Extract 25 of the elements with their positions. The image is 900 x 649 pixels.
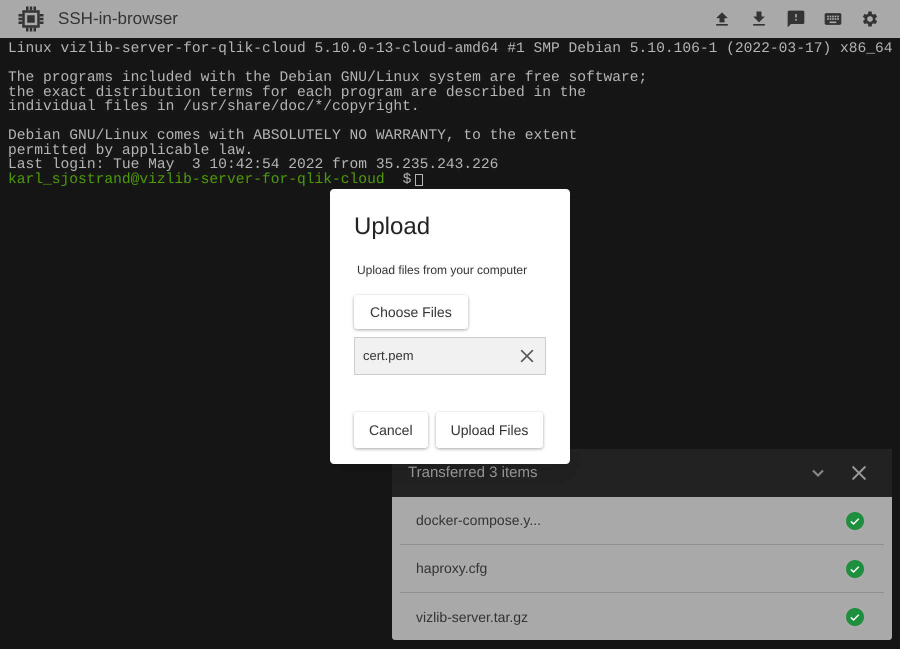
prompt-symbol: $ xyxy=(402,172,412,187)
terminal-prompt: karl_sjostrand@vizlib-server-for-qlik-cloud xyxy=(8,172,385,187)
file-name: haproxy.cfg xyxy=(416,559,488,578)
selected-file-field[interactable]: cert.pem xyxy=(354,337,546,375)
terminal-cursor xyxy=(415,174,424,186)
terminal-line: the exact distribution terms for each program are described in the xyxy=(8,86,586,100)
terminal-line: Last login: Tue May 3 10:42:54 2022 from 35.235.243.226 xyxy=(8,158,498,172)
terminal-line: Debian GNU/Linux comes with ABSOLUTELY NO WARRANTY, to the extent xyxy=(8,129,578,144)
file-name: docker-compose.y... xyxy=(416,511,542,530)
settings-icon[interactable] xyxy=(860,9,880,29)
selected-file-name: cert.pem xyxy=(363,347,414,366)
chip-icon xyxy=(16,4,46,34)
file-name: vizlib-server.tar.gz xyxy=(416,608,528,627)
feedback-icon[interactable] xyxy=(786,9,806,29)
terminal-line: permitted by applicable law. xyxy=(8,144,254,158)
dialog-title: Upload xyxy=(354,213,432,241)
choose-files-button[interactable]: Choose Files xyxy=(354,295,468,329)
cancel-button[interactable]: Cancel xyxy=(354,412,428,448)
upload-files-button[interactable]: Upload Files xyxy=(436,412,544,448)
app-title: SSH-in-browser xyxy=(58,8,178,30)
terminal-line: Linux vizlib-server-for-qlik-cloud 5.10.0-13-cloud-amd64 #1 SMP Debian 5.10.106-1 (2022-03-17) x86_64 xyxy=(8,42,893,56)
terminal-line: individual files in /usr/share/doc/*/copyright. xyxy=(8,100,420,114)
dialog-subtitle: Upload files from your computer xyxy=(357,262,528,279)
transfer-title: Transferred 3 items xyxy=(408,462,538,483)
terminal-line: The programs included with the Debian GNU/Linux system are free software; xyxy=(8,71,648,86)
